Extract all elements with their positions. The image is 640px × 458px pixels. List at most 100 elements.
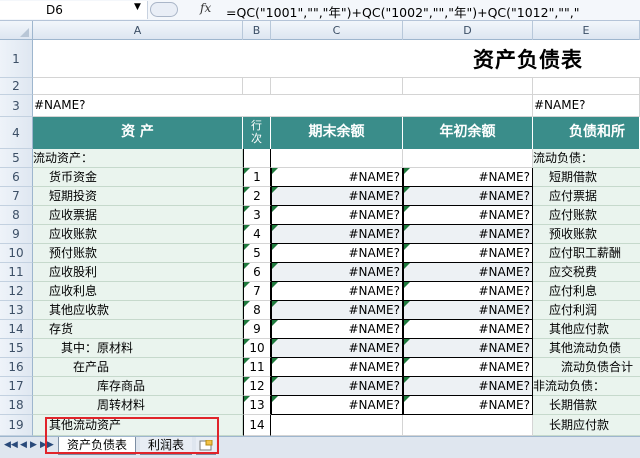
cancel-formula-button[interactable]: [150, 2, 178, 17]
begin-balance-value[interactable]: #NAME?: [403, 377, 533, 396]
name-box[interactable]: D6 ▼: [0, 1, 148, 19]
end-balance-value[interactable]: #NAME?: [271, 358, 403, 377]
asset-label[interactable]: 在产品: [33, 358, 243, 377]
liability-label[interactable]: 流动负债合计: [533, 358, 640, 377]
begin-balance-value[interactable]: #NAME?: [403, 168, 533, 187]
cell-d2[interactable]: [403, 78, 533, 95]
begin-balance-value[interactable]: #NAME?: [403, 320, 533, 339]
begin-balance-value[interactable]: [403, 149, 533, 168]
first-sheet-icon[interactable]: ◀◀: [4, 440, 18, 450]
end-balance-value[interactable]: [271, 415, 403, 436]
begin-balance-value[interactable]: #NAME?: [403, 282, 533, 301]
row-header[interactable]: 5: [0, 149, 33, 168]
row-header[interactable]: 17: [0, 377, 33, 396]
cell-a2[interactable]: [33, 78, 243, 95]
formula-input[interactable]: =QC("1001","","年")+QC("1002","","年")+QC(…: [226, 2, 640, 21]
asset-label[interactable]: 流动资产：: [33, 149, 243, 168]
line-number[interactable]: 11: [243, 358, 271, 377]
line-number[interactable]: 9: [243, 320, 271, 339]
asset-label[interactable]: 应收票据: [33, 206, 243, 225]
asset-label[interactable]: 其中：原材料: [33, 339, 243, 358]
row-header[interactable]: 11: [0, 263, 33, 282]
line-number[interactable]: 7: [243, 282, 271, 301]
asset-label[interactable]: 预付账款: [33, 244, 243, 263]
begin-balance-value[interactable]: #NAME?: [403, 187, 533, 206]
asset-label[interactable]: 应收利息: [33, 282, 243, 301]
end-balance-value[interactable]: #NAME?: [271, 301, 403, 320]
row-header[interactable]: 13: [0, 301, 33, 320]
end-balance-value[interactable]: #NAME?: [271, 263, 403, 282]
row-header[interactable]: 19: [0, 415, 33, 436]
end-balance-value[interactable]: #NAME?: [271, 225, 403, 244]
header-liabilities[interactable]: 负债和所: [533, 117, 640, 149]
end-balance-value[interactable]: #NAME?: [271, 396, 403, 415]
begin-balance-value[interactable]: #NAME?: [403, 339, 533, 358]
row-header[interactable]: 12: [0, 282, 33, 301]
end-balance-value[interactable]: #NAME?: [271, 187, 403, 206]
row-header[interactable]: 10: [0, 244, 33, 263]
begin-balance-value[interactable]: #NAME?: [403, 206, 533, 225]
end-balance-value[interactable]: #NAME?: [271, 320, 403, 339]
column-header-e[interactable]: E: [533, 21, 640, 40]
liability-label[interactable]: 流动负债：: [533, 149, 640, 168]
asset-label[interactable]: 应收股利: [33, 263, 243, 282]
begin-balance-value[interactable]: [403, 415, 533, 436]
header-line-no[interactable]: 行 次: [243, 117, 271, 149]
row-header[interactable]: 14: [0, 320, 33, 339]
select-all-button[interactable]: [0, 21, 33, 40]
liability-label[interactable]: 应付利息: [533, 282, 640, 301]
liability-label[interactable]: 长期借款: [533, 396, 640, 415]
line-number[interactable]: 5: [243, 244, 271, 263]
header-begin-balance[interactable]: 年初余额: [403, 117, 533, 149]
row-header[interactable]: 4: [0, 117, 33, 149]
title-row[interactable]: 资产负债表: [33, 40, 640, 78]
end-balance-value[interactable]: [271, 149, 403, 168]
line-number[interactable]: 4: [243, 225, 271, 244]
insert-function-icon[interactable]: fx: [200, 1, 211, 15]
next-sheet-icon[interactable]: ▶: [30, 440, 37, 450]
chevron-down-icon[interactable]: ▼: [134, 2, 141, 12]
begin-balance-value[interactable]: #NAME?: [403, 301, 533, 320]
begin-balance-value[interactable]: #NAME?: [403, 244, 533, 263]
liability-label[interactable]: 应付职工薪酬: [533, 244, 640, 263]
column-header-d[interactable]: D: [403, 21, 533, 40]
cell-b2[interactable]: [243, 78, 271, 95]
liability-label[interactable]: 其他流动负债: [533, 339, 640, 358]
asset-label[interactable]: 短期投资: [33, 187, 243, 206]
row-header[interactable]: 18: [0, 396, 33, 415]
column-header-b[interactable]: B: [243, 21, 271, 40]
liability-label[interactable]: 预收账款: [533, 225, 640, 244]
prev-sheet-icon[interactable]: ◀: [20, 440, 27, 450]
cell-e2[interactable]: [533, 78, 640, 95]
asset-label[interactable]: 货币资金: [33, 168, 243, 187]
begin-balance-value[interactable]: #NAME?: [403, 225, 533, 244]
row-header[interactable]: 1: [0, 40, 33, 78]
header-assets[interactable]: 资 产: [33, 117, 243, 149]
asset-label[interactable]: 库存商品: [33, 377, 243, 396]
liability-label[interactable]: 应付利润: [533, 301, 640, 320]
line-number[interactable]: 1: [243, 168, 271, 187]
liability-label[interactable]: 应付票据: [533, 187, 640, 206]
liability-label[interactable]: 非流动负债：: [533, 377, 640, 396]
asset-label[interactable]: 其他应收款: [33, 301, 243, 320]
cell-c2[interactable]: [271, 78, 403, 95]
begin-balance-value[interactable]: #NAME?: [403, 396, 533, 415]
liability-label[interactable]: 长期应付款: [533, 415, 640, 436]
row-header[interactable]: 15: [0, 339, 33, 358]
row-header[interactable]: 3: [0, 95, 33, 117]
line-number[interactable]: [243, 149, 271, 168]
line-number[interactable]: 12: [243, 377, 271, 396]
end-balance-value[interactable]: #NAME?: [271, 339, 403, 358]
header-end-balance[interactable]: 期末余额: [271, 117, 403, 149]
end-balance-value[interactable]: #NAME?: [271, 282, 403, 301]
row-header[interactable]: 2: [0, 78, 33, 95]
column-header-c[interactable]: C: [271, 21, 403, 40]
cell-e3[interactable]: #NAME?: [533, 95, 640, 117]
liability-label[interactable]: 短期借款: [533, 168, 640, 187]
row-header[interactable]: 8: [0, 206, 33, 225]
row-header[interactable]: 7: [0, 187, 33, 206]
line-number[interactable]: 2: [243, 187, 271, 206]
begin-balance-value[interactable]: #NAME?: [403, 263, 533, 282]
line-number[interactable]: 10: [243, 339, 271, 358]
liability-label[interactable]: 应交税费: [533, 263, 640, 282]
